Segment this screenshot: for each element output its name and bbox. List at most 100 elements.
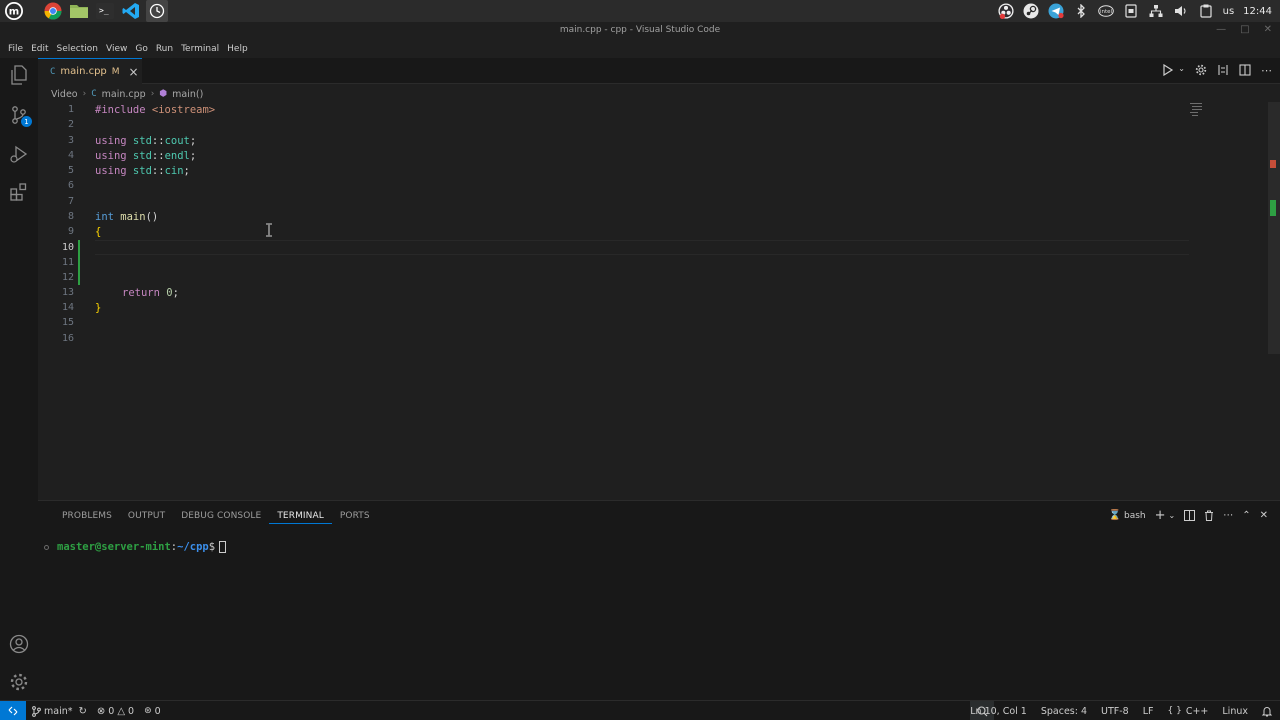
- sync-icon[interactable]: ↻: [79, 706, 87, 717]
- minimize-icon[interactable]: —: [1216, 24, 1226, 35]
- telegram-icon[interactable]: [1048, 3, 1064, 19]
- menu-file[interactable]: File: [4, 44, 27, 54]
- platform[interactable]: Linux: [1222, 706, 1248, 717]
- language-mode[interactable]: { } C++: [1168, 706, 1209, 717]
- code-line[interactable]: 11: [38, 255, 1188, 270]
- breadcrumb-file[interactable]: main.cpp: [102, 89, 146, 100]
- clock[interactable]: 12:44: [1243, 6, 1272, 17]
- trash-icon[interactable]: [1204, 510, 1214, 521]
- scrollbar-marker-added: [1270, 200, 1276, 216]
- branch-status[interactable]: main*: [32, 706, 73, 717]
- breadcrumb-folder[interactable]: Video: [51, 89, 78, 100]
- terminal-name[interactable]: bash: [1124, 511, 1146, 521]
- line-number: 16: [61, 333, 74, 344]
- tab-ports[interactable]: PORTS: [332, 508, 378, 524]
- code-editor[interactable]: 1 #include <iostream> 2 3 using std::cou…: [38, 102, 1268, 498]
- more-actions-icon[interactable]: ⋯: [1261, 64, 1272, 77]
- cursor-position[interactable]: Ln 10, Col 1: [970, 706, 1027, 717]
- code-line-active[interactable]: 10: [38, 240, 1188, 255]
- explorer-icon[interactable]: [8, 64, 30, 86]
- manage-gear-icon[interactable]: [8, 671, 30, 693]
- line-number: 14: [61, 302, 74, 313]
- menu-view[interactable]: View: [102, 44, 131, 54]
- menu-edit[interactable]: Edit: [27, 44, 52, 54]
- ports-status[interactable]: ⊛ 0: [144, 706, 161, 717]
- source-control-icon[interactable]: 1: [8, 104, 32, 127]
- code-line[interactable]: 8 int main(): [38, 209, 1188, 224]
- tab-problems[interactable]: PROBLEMS: [54, 508, 120, 524]
- notifications-bell-icon[interactable]: [1262, 706, 1272, 717]
- mint-menu-icon[interactable]: m: [3, 0, 25, 22]
- files-folder-icon[interactable]: [68, 0, 90, 22]
- intel-icon[interactable]: intel: [1097, 3, 1114, 19]
- settings-gear-icon[interactable]: [1195, 64, 1207, 77]
- encoding[interactable]: UTF-8: [1101, 706, 1129, 717]
- terminal-output[interactable]: master@server-mint: ~/cpp $: [44, 541, 227, 553]
- menu-go[interactable]: Go: [131, 44, 151, 54]
- minimap[interactable]: [1188, 102, 1208, 120]
- close-window-icon[interactable]: ✕: [1264, 24, 1272, 35]
- run-debug-icon[interactable]: [8, 143, 30, 165]
- code-line[interactable]: 4 using std::endl;: [38, 148, 1188, 163]
- more-actions-icon[interactable]: ⋯: [1223, 510, 1233, 521]
- breadcrumb-symbol[interactable]: main(): [172, 89, 203, 100]
- maximize-icon[interactable]: □: [1240, 24, 1249, 35]
- extensions-icon[interactable]: [8, 181, 30, 203]
- code-line[interactable]: 14 }: [38, 300, 1188, 315]
- problems-status[interactable]: ⊗ 0 △ 0: [97, 706, 134, 717]
- terminal-app-icon[interactable]: >_: [94, 0, 116, 22]
- obs-icon[interactable]: [998, 3, 1014, 19]
- tab-debug-console[interactable]: DEBUG CONSOLE: [173, 508, 269, 524]
- keyboard-layout[interactable]: us: [1223, 6, 1235, 17]
- new-terminal-icon[interactable]: +: [1155, 508, 1166, 523]
- code-line[interactable]: 12: [38, 270, 1188, 285]
- code-line[interactable]: 6: [38, 178, 1188, 193]
- run-file-icon[interactable]: [1162, 64, 1174, 77]
- clipboard-icon[interactable]: [1198, 3, 1214, 19]
- system-taskbar: m >_ intel us 12:44: [0, 0, 1280, 22]
- code-line[interactable]: 5 using std::cin;: [38, 163, 1188, 178]
- menu-help[interactable]: Help: [223, 44, 252, 54]
- steam-icon[interactable]: [1023, 3, 1039, 19]
- line-number: 1: [67, 104, 74, 115]
- clock-app-icon[interactable]: [146, 0, 168, 22]
- modified-indicator: M: [111, 66, 120, 77]
- code-line[interactable]: 7: [38, 194, 1188, 209]
- bluetooth-icon[interactable]: [1073, 3, 1089, 19]
- code-line[interactable]: 1 #include <iostream>: [38, 102, 1188, 117]
- code-line[interactable]: 16: [38, 331, 1188, 346]
- vscode-app-icon[interactable]: [120, 0, 142, 22]
- maximize-panel-icon[interactable]: ⌃: [1242, 510, 1250, 521]
- code-line[interactable]: 2: [38, 117, 1188, 132]
- volume-icon[interactable]: [1173, 3, 1189, 19]
- cpp-file-icon: C: [50, 66, 56, 77]
- editor-scrollbar[interactable]: [1268, 102, 1280, 354]
- indentation[interactable]: Spaces: 4: [1041, 706, 1087, 717]
- menu-selection[interactable]: Selection: [53, 44, 102, 54]
- remote-indicator-icon[interactable]: [0, 701, 26, 720]
- code-line[interactable]: 15: [38, 315, 1188, 330]
- tab-main-cpp[interactable]: C main.cpp M ×: [38, 58, 142, 84]
- code-line[interactable]: 13 return 0;: [38, 285, 1188, 300]
- terminal-dropdown-icon[interactable]: ⌄: [1169, 511, 1176, 520]
- terminal-shell-icon: ⌛: [1108, 510, 1121, 521]
- menu-run[interactable]: Run: [152, 44, 177, 54]
- split-terminal-icon[interactable]: [1184, 510, 1196, 521]
- compare-changes-icon[interactable]: [1217, 64, 1229, 77]
- accounts-icon[interactable]: [8, 633, 30, 655]
- window-title: main.cpp - cpp - Visual Studio Code: [559, 25, 721, 35]
- code-line[interactable]: 9 {: [38, 224, 1188, 239]
- editor-tab-bar: C main.cpp M × ⌄ ⋯: [38, 58, 1280, 84]
- menu-terminal[interactable]: Terminal: [177, 44, 223, 54]
- chrome-icon[interactable]: [42, 0, 64, 22]
- split-editor-icon[interactable]: [1239, 64, 1251, 77]
- close-panel-icon[interactable]: ✕: [1260, 510, 1268, 521]
- tab-output[interactable]: OUTPUT: [120, 508, 173, 524]
- window-list-icon[interactable]: [1123, 3, 1139, 19]
- close-tab-icon[interactable]: ×: [129, 65, 139, 79]
- network-icon[interactable]: [1148, 3, 1164, 19]
- end-of-line[interactable]: LF: [1143, 706, 1154, 717]
- run-dropdown-icon[interactable]: ⌄: [1178, 64, 1185, 77]
- tab-terminal[interactable]: TERMINAL: [269, 508, 332, 524]
- code-line[interactable]: 3 using std::cout;: [38, 133, 1188, 148]
